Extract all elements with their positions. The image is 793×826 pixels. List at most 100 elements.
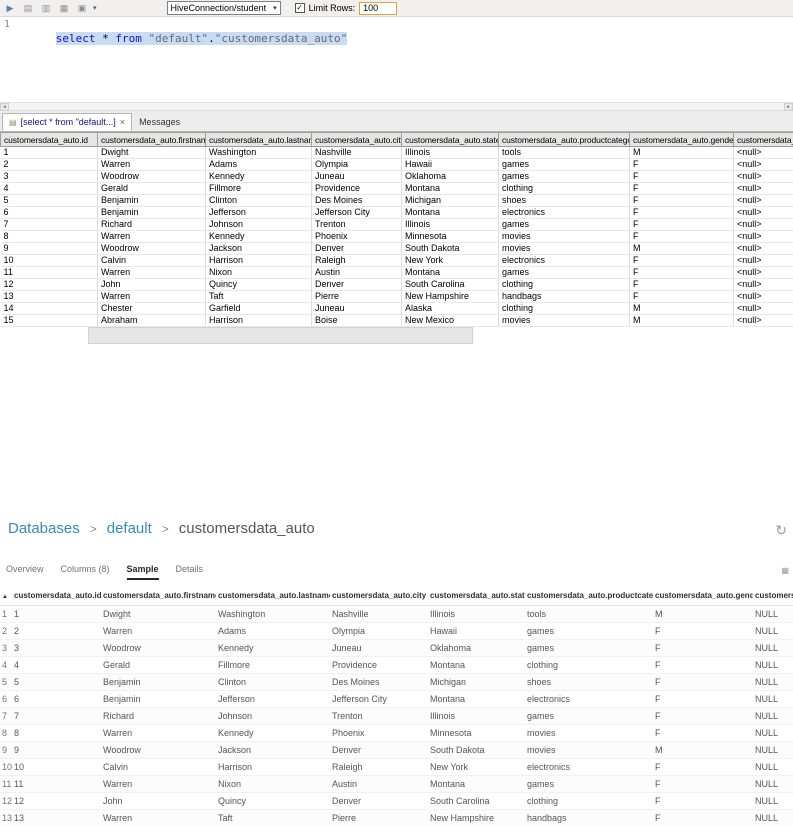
cell: F [653,674,753,691]
table-row[interactable]: 22WarrenAdamsOlympiaHawaiigamesFNULL [0,623,793,640]
table-row[interactable]: 88WarrenKennedyPhoenixMinnesotamoviesFNU… [0,725,793,742]
table-row[interactable]: 9WoodrowJacksonDenverSouth DakotamoviesM… [1,243,793,255]
breadcrumb-default[interactable]: default [107,520,152,537]
cell: F [630,219,734,231]
connection-selector[interactable]: HiveConnection/student ▾ [167,1,281,15]
table-row[interactable]: 3WoodrowKennedyJuneauOklahomagamesF<null… [1,171,793,183]
cell: 15 [1,315,98,327]
cell: 9 [0,742,12,759]
table-row[interactable]: 1DwightWashingtonNashvilleIllinoistoolsM… [1,147,793,159]
table-row[interactable]: 1111WarrenNixonAustinMontanagamesFNULL [0,776,793,793]
sql-editor[interactable]: 1 select * from "default"."customersdata… [0,17,793,102]
column-header[interactable]: customersdata_auto.firstname [98,133,206,147]
export-data-icon[interactable]: ▦ [57,2,71,15]
tab-details[interactable]: Details [176,564,204,580]
cell: movies [499,315,630,327]
cell: Des Moines [312,195,402,207]
limit-rows-input[interactable] [359,2,397,15]
sql-token: select [56,32,96,45]
column-header[interactable]: customersdata_auto.gender [630,133,734,147]
cell: 3 [1,171,98,183]
results-tabstrip: ▤ [select * from "default...] × Messages [0,111,793,132]
column-header[interactable]: customersdata_auto.gender [653,586,753,606]
table-row[interactable]: 14ChesterGarfieldJuneauAlaskaclothingM<n… [1,303,793,315]
cell: South Carolina [402,279,499,291]
cell: 3 [0,640,12,657]
open-file-icon[interactable]: ▤ [21,2,35,15]
cell: clothing [499,183,630,195]
cell: clothing [525,793,653,810]
cell: electronics [499,255,630,267]
scroll-left-icon[interactable]: ◂ [0,103,9,111]
table-row[interactable]: 4GeraldFillmoreProvidenceMontanaclothing… [1,183,793,195]
table-row[interactable]: 7RichardJohnsonTrentonIllinoisgamesF<nul… [1,219,793,231]
row-number-header[interactable]: ▲ [0,586,12,606]
column-header[interactable]: customersdata_auto.city [312,133,402,147]
settings-icon[interactable]: ▣ [75,2,89,15]
cell: South Dakota [402,243,499,255]
table-row[interactable]: 33WoodrowKennedyJuneauOklahomagamesFNULL [0,640,793,657]
column-header[interactable]: customersdata_auto.state [428,586,525,606]
column-header[interactable]: customersdata_auto.id [1,133,98,147]
table-row[interactable]: 15AbrahamHarrisonBoiseNew MexicomoviesM<… [1,315,793,327]
table-row[interactable]: 1010CalvinHarrisonRaleighNew Yorkelectro… [0,759,793,776]
table-row[interactable]: 2WarrenAdamsOlympiaHawaiigamesF<null> [1,159,793,171]
cell: Jefferson [216,691,330,708]
tab-messages[interactable]: Messages [133,113,186,131]
table-row[interactable]: 11WarrenNixonAustinMontanagamesF<null> [1,267,793,279]
table-row[interactable]: 6BenjaminJeffersonJefferson CityMontanae… [1,207,793,219]
table-row[interactable]: 99WoodrowJacksonDenverSouth Dakotamovies… [0,742,793,759]
run-query-icon[interactable]: ▶ [3,2,17,15]
limit-rows-group: ✓ Limit Rows: [295,2,398,15]
export-icon[interactable]: ▦ [781,566,789,575]
editor-horizontal-scrollbar[interactable]: ◂ ▸ [0,102,793,111]
cell: electronics [499,207,630,219]
table-row[interactable]: 55BenjaminClintonDes MoinesMichiganshoes… [0,674,793,691]
column-header[interactable]: customersdata_auto.productcategory [499,133,630,147]
table-row[interactable]: 10CalvinHarrisonRaleighNew Yorkelectroni… [1,255,793,267]
column-header[interactable]: customersdata_auto.firstname [101,586,216,606]
refresh-icon[interactable]: ↻ [775,522,787,539]
cell: Jefferson [206,207,312,219]
table-row[interactable]: 44GeraldFillmoreProvidenceMontanaclothin… [0,657,793,674]
column-header[interactable]: customersdata_a [734,133,793,147]
column-header[interactable]: customers [753,586,793,606]
cell: games [525,776,653,793]
tab-result[interactable]: ▤ [select * from "default...] × [2,113,132,131]
tab-sample[interactable]: Sample [127,564,159,580]
column-header[interactable]: customersdata_auto.id [12,586,101,606]
cell: Harrison [216,759,330,776]
column-header[interactable]: customersdata_auto.city [330,586,428,606]
column-header[interactable]: customersdata_auto.lastname [206,133,312,147]
scroll-right-icon[interactable]: ▸ [784,103,793,111]
table-row[interactable]: 8WarrenKennedyPhoenixMinnesotamoviesF<nu… [1,231,793,243]
save-file-icon[interactable]: ▥ [39,2,53,15]
limit-rows-checkbox[interactable]: ✓ [295,3,305,13]
table-row[interactable]: 77RichardJohnsonTrentonIllinoisgamesFNUL… [0,708,793,725]
cell: <null> [734,315,793,327]
column-header[interactable]: customersdata_auto.productcategory [525,586,653,606]
cell: Benjamin [98,207,206,219]
cell: F [653,793,753,810]
cell: Washington [216,606,330,623]
sort-asc-icon[interactable]: ▲ [2,594,8,600]
table-row[interactable]: 12JohnQuincyDenverSouth Carolinaclothing… [1,279,793,291]
cell: Warren [101,776,216,793]
close-icon[interactable]: × [120,117,125,127]
table-row[interactable]: 1212JohnQuincyDenverSouth Carolinaclothi… [0,793,793,810]
tab-overview[interactable]: Overview [6,564,44,580]
cell: Warren [101,623,216,640]
column-header[interactable]: customersdata_auto.state [402,133,499,147]
toolbar-dropdown-caret-icon[interactable]: ▾ [93,4,97,12]
column-header[interactable]: customersdata_auto.lastname [216,586,330,606]
table-row[interactable]: 13WarrenTaftPierreNew HampshirehandbagsF… [1,291,793,303]
table-row[interactable]: 66BenjaminJeffersonJefferson CityMontana… [0,691,793,708]
tab-columns[interactable]: Columns (8) [61,564,110,580]
table-row[interactable]: 1313WarrenTaftPierreNew Hampshirehandbag… [0,810,793,826]
sql-token: "default" [149,32,209,45]
cell: Warren [98,231,206,243]
breadcrumb-databases[interactable]: Databases [8,520,80,537]
table-row[interactable]: 11DwightWashingtonNashvilleIllinoistools… [0,606,793,623]
table-row[interactable]: 5BenjaminClintonDes MoinesMichiganshoesF… [1,195,793,207]
cell: Kennedy [216,640,330,657]
